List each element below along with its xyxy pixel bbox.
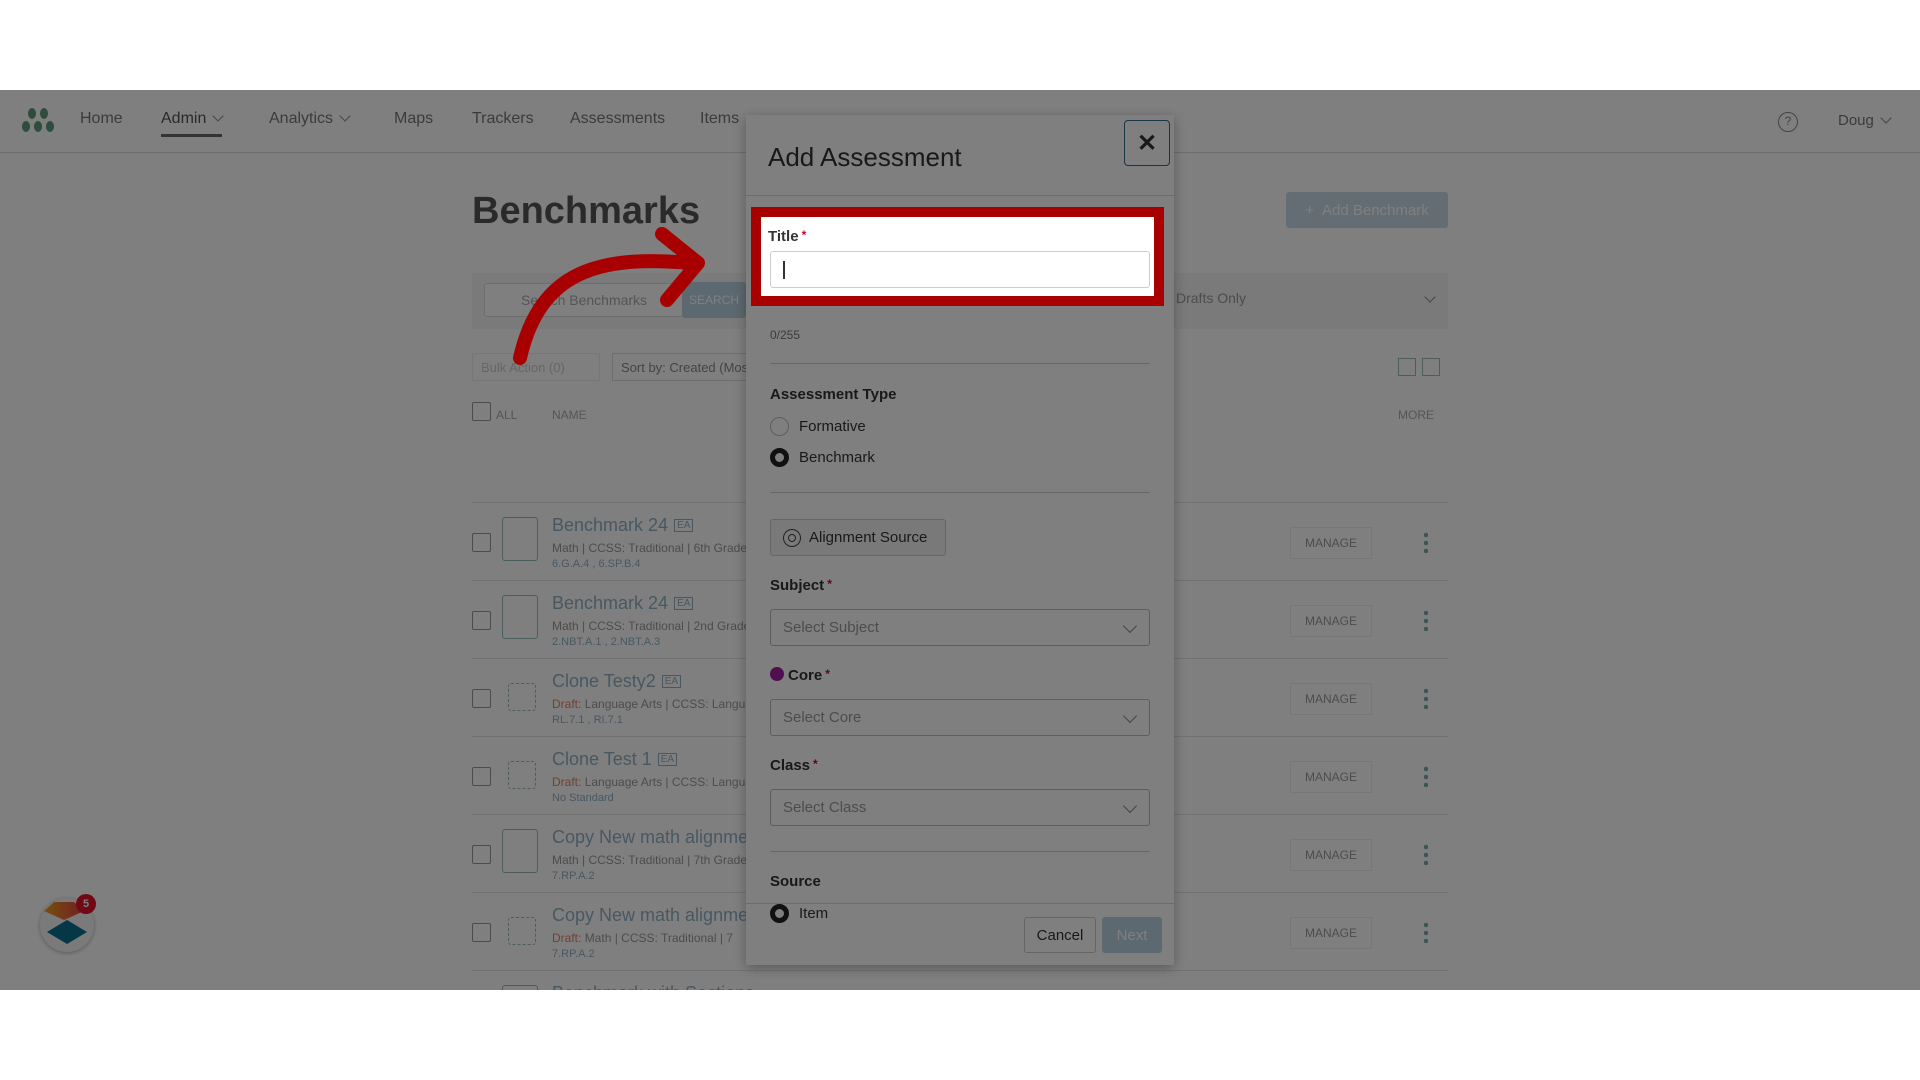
required-mark: * [801, 228, 807, 242]
title-input[interactable] [770, 251, 1150, 288]
title-label-text: Title [768, 228, 799, 245]
title-label: Title * [768, 228, 806, 245]
text-caret [783, 261, 785, 279]
title-field-highlight: Title * [751, 207, 1164, 306]
